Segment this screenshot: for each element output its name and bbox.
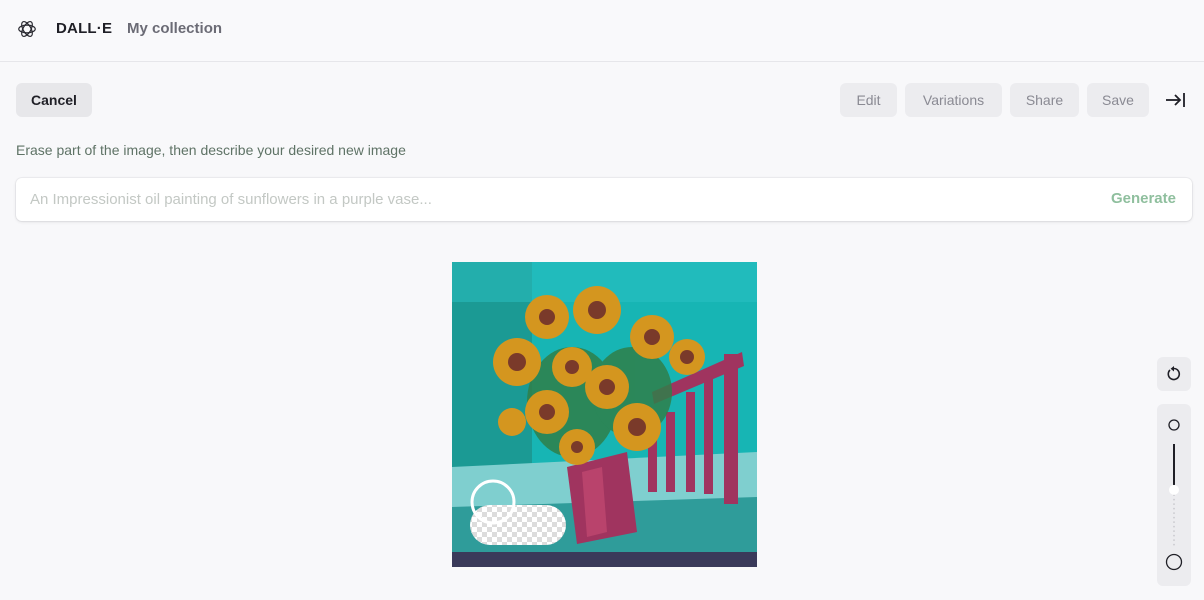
erased-region <box>470 505 566 545</box>
openai-logo-icon[interactable] <box>16 18 38 40</box>
my-collection-link[interactable]: My collection <box>127 20 222 37</box>
prompt-bar: Generate <box>16 178 1192 221</box>
edit-button[interactable]: Edit <box>840 83 897 117</box>
brand-name[interactable]: DALL·E <box>56 20 112 37</box>
variations-button[interactable]: Variations <box>905 83 1002 117</box>
cancel-button[interactable]: Cancel <box>16 83 92 117</box>
small-brush-icon <box>1168 419 1180 431</box>
undo-icon <box>1167 366 1181 381</box>
share-button[interactable]: Share <box>1010 83 1079 117</box>
brush-size-slider[interactable] <box>1157 404 1191 586</box>
sunflower-painting-image <box>452 262 757 567</box>
generate-button[interactable]: Generate <box>1111 190 1176 207</box>
large-brush-icon <box>1165 553 1183 571</box>
slider-thumb[interactable] <box>1169 484 1179 495</box>
image-canvas[interactable] <box>452 262 757 567</box>
prompt-input[interactable] <box>30 178 1030 221</box>
top-bar: DALL·E My collection <box>0 0 1204 62</box>
collapse-right-icon[interactable] <box>1163 90 1187 110</box>
save-button[interactable]: Save <box>1087 83 1149 117</box>
undo-button[interactable] <box>1157 357 1191 391</box>
instruction-text: Erase part of the image, then describe y… <box>16 142 406 158</box>
